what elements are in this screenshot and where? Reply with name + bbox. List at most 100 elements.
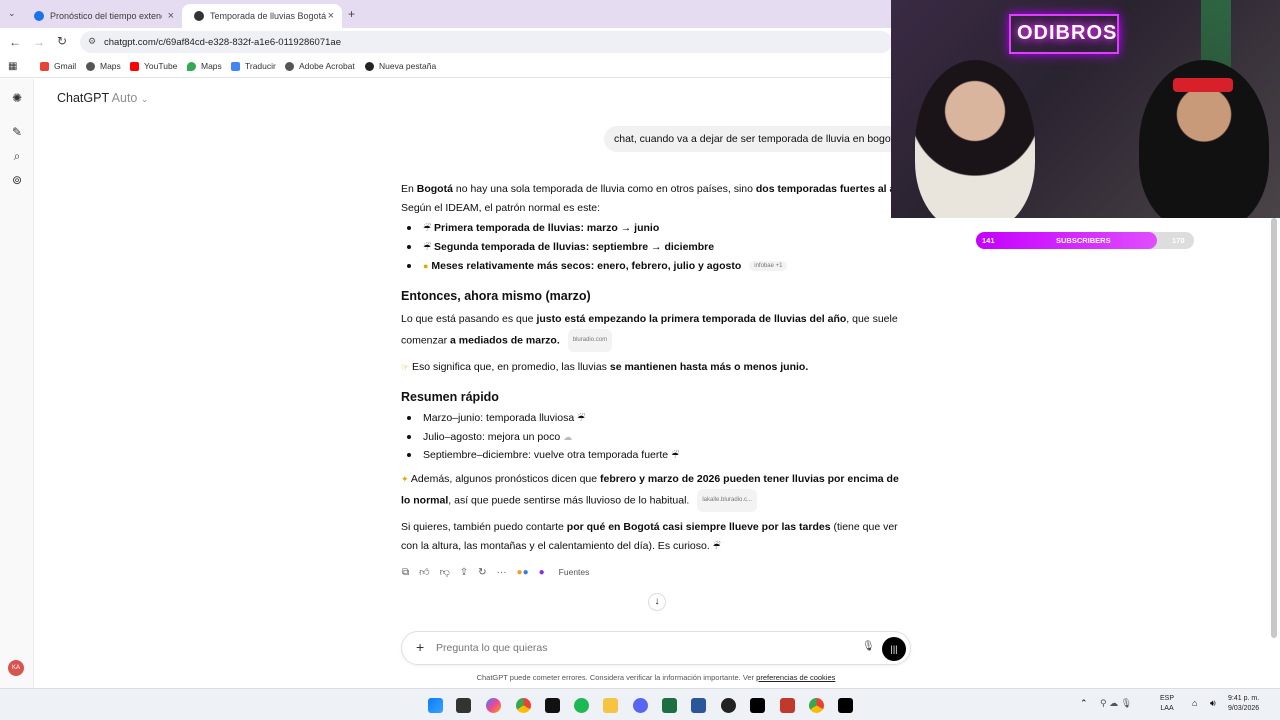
bookmark-gmail[interactable]: Gmail — [40, 61, 76, 71]
more-icon[interactable]: ··· — [497, 567, 507, 578]
section-heading: Entonces, ahora mismo (marzo) — [401, 289, 591, 303]
rain-cloud-icon: ☔ — [577, 413, 586, 423]
pointing-hand-icon: ☞ — [401, 362, 410, 372]
tray-chevron-icon[interactable]: ⌃ — [1080, 698, 1088, 709]
tab-search-icon[interactable]: ⌄ — [8, 8, 16, 19]
chrome-profile-icon[interactable] — [809, 698, 824, 713]
bookmark-maps-2[interactable]: Maps — [187, 61, 222, 71]
cookie-preferences-link[interactable]: preferencias de cookies — [756, 673, 835, 682]
obs-icon[interactable] — [721, 698, 736, 713]
model-mode: Auto — [111, 91, 138, 105]
network-icon[interactable]: ⌂ — [1192, 698, 1197, 708]
streamer-left — [915, 60, 1035, 218]
webcam-overlay: ODIBROS — [891, 0, 1280, 218]
bookmark-maps[interactable]: Maps — [86, 61, 121, 71]
source-chip[interactable]: infobae +1 — [749, 261, 788, 272]
file-explorer-icon[interactable] — [603, 698, 618, 713]
rain-cloud-icon: ☔ — [671, 450, 680, 460]
openai-logo-icon[interactable]: ✺ — [10, 91, 24, 105]
model-name: ChatGPT — [57, 91, 109, 105]
sun-icon: ● — [423, 261, 429, 271]
search-icon[interactable]: ⌕ — [10, 149, 24, 163]
word-icon[interactable] — [691, 698, 706, 713]
copy-icon[interactable]: ⧉ — [402, 567, 409, 578]
gmail-icon — [40, 61, 49, 71]
bookmark-adobe[interactable]: Adobe Acrobat — [285, 61, 355, 71]
copilot-icon[interactable] — [486, 698, 501, 713]
epic-games-icon[interactable] — [545, 698, 560, 713]
app-icon[interactable] — [780, 698, 795, 713]
tiktok-icon[interactable] — [838, 698, 853, 713]
list-item: Marzo–junio: temporada lluviosa ☔ — [407, 412, 585, 424]
list-item: Julio–agosto: mejora un poco ☁ — [407, 431, 572, 443]
site-info-icon[interactable]: ⚙ — [88, 36, 96, 47]
paragraph: ✦ Además, algunos pronósticos dicen que … — [401, 470, 911, 512]
plus-icon[interactable]: + — [416, 639, 424, 655]
back-arrow-icon[interactable]: ← — [9, 35, 21, 49]
list-item: ● Meses relativamente más secos: enero, … — [407, 260, 788, 272]
scroll-down-button[interactable]: ↓ — [648, 593, 666, 611]
excel-icon[interactable] — [662, 698, 677, 713]
taskbar: ⌃ ⚲ ☁ 🎙︎ — [0, 688, 1280, 720]
bookmark-nueva-pestana[interactable]: Nueva pestaña — [365, 61, 436, 71]
google-favicon-icon — [34, 11, 44, 21]
disclaimer: ChatGPT puede cometer errores. Considera… — [476, 673, 836, 682]
tab-temporada[interactable]: Temporada de lluvias Bogotá × — [182, 4, 342, 28]
youtube-icon — [130, 61, 139, 71]
intro-paragraph-2: Según el IDEAM, el patrón normal es este… — [401, 202, 601, 214]
thumbs-down-icon[interactable]: 👎︎ — [440, 566, 450, 578]
thumbs-up-icon[interactable]: 👍︎ — [419, 566, 429, 578]
share-icon[interactable]: ⇪ — [460, 567, 468, 578]
list-item: ☔ Segunda temporada de lluvias: septiemb… — [407, 241, 714, 253]
tab-pronostico[interactable]: Pronóstico del tiempo extendido × — [22, 4, 182, 28]
neon-sign: ODIBROS — [1017, 22, 1118, 44]
spotify-icon[interactable] — [574, 698, 589, 713]
scrollbar[interactable] — [1271, 218, 1277, 638]
message-actions: ⧉ 👍︎ 👎︎ ⇪ ↻ ··· ●● ● Fuentes — [402, 565, 599, 579]
voice-mode-button[interactable]: ||| — [882, 637, 906, 661]
section-heading: Resumen rápido — [401, 390, 499, 404]
tray-icons[interactable]: ⚲ ☁ 🎙︎ — [1100, 698, 1132, 709]
tab-label: Temporada de lluvias Bogotá — [210, 11, 327, 21]
forward-arrow-icon[interactable]: → — [33, 35, 45, 49]
regenerate-icon[interactable]: ↻ — [478, 567, 486, 578]
source-chip[interactable]: lakalle.bluradio.c... — [697, 489, 758, 512]
rain-cloud-icon: ☔ — [712, 541, 721, 551]
new-tab-button[interactable]: + — [348, 7, 355, 21]
user-message: chat, cuando va a dejar de ser temporada… — [604, 126, 904, 152]
avatar[interactable]: KA — [8, 660, 24, 676]
sub-current: 141 — [982, 236, 995, 245]
task-view-icon[interactable] — [456, 698, 471, 713]
language-indicator[interactable]: ESP LAA — [1160, 694, 1174, 714]
close-icon[interactable]: × — [168, 10, 174, 22]
reload-icon[interactable]: ↻ — [57, 34, 67, 48]
sub-goal: 170 — [1172, 236, 1185, 245]
library-icon[interactable]: ⊚ — [10, 173, 24, 187]
apps-grid-icon[interactable]: ▦ — [8, 61, 17, 72]
headband — [1173, 78, 1233, 92]
microphone-icon[interactable]: 🎙︎ — [862, 641, 875, 652]
discord-icon[interactable] — [633, 698, 648, 713]
sources-button[interactable]: Fuentes — [559, 567, 590, 577]
model-selector[interactable]: ChatGPT Auto ⌄ — [57, 91, 148, 105]
new-chat-icon[interactable]: ✎ — [10, 125, 24, 139]
chevron-down-icon: ⌄ — [140, 94, 149, 104]
close-icon[interactable]: × — [328, 10, 334, 22]
translate-icon — [231, 61, 240, 71]
source-chip[interactable]: bluradio.com — [567, 329, 613, 352]
clock[interactable]: 9:41 p. m. 9/03/2026 — [1228, 694, 1259, 714]
volume-icon[interactable]: 🔊︎ — [1210, 698, 1216, 709]
address-bar[interactable]: ⚙ chatgpt.com/c/69af84cd-e328-832f-a1e6-… — [80, 31, 892, 53]
bookmark-traducir[interactable]: Traducir — [231, 61, 276, 71]
paragraph: Si quieres, también puedo contarte por q… — [401, 521, 898, 552]
bookmark-youtube[interactable]: YouTube — [130, 61, 177, 71]
windows-start-icon[interactable] — [428, 698, 443, 713]
prompt-input[interactable] — [436, 642, 836, 654]
maps-pin-icon — [187, 61, 196, 71]
globe-icon — [285, 61, 294, 71]
chrome-icon[interactable] — [516, 698, 531, 713]
chatgpt-icon — [365, 61, 374, 71]
sub-label: SUBSCRIBERS — [1056, 236, 1111, 245]
rain-cloud-icon: ☔ — [423, 242, 432, 252]
capcut-icon[interactable] — [750, 698, 765, 713]
